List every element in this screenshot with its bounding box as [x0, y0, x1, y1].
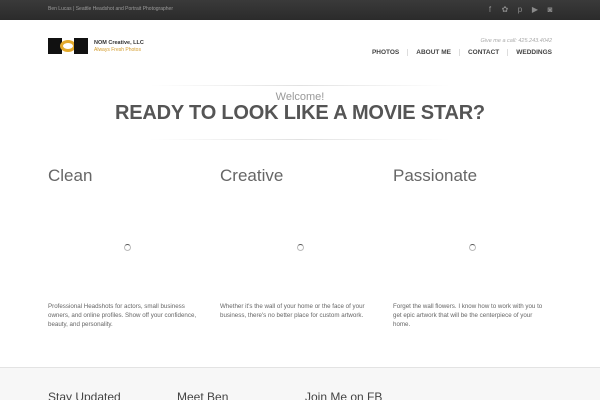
- top-bar: Ben Lucas | Seattle Headshot and Portrai…: [0, 0, 600, 20]
- nav-item-photos[interactable]: PHOTOS: [364, 49, 407, 56]
- logo-right-block: [74, 38, 88, 54]
- footer-heading-meet-ben: Meet Ben: [177, 390, 229, 400]
- call-text: Give me a call: 425.243.4042: [480, 38, 552, 44]
- feature-title: Creative: [220, 166, 284, 185]
- feature-text: Whether it's the wall of your home or th…: [220, 303, 365, 319]
- site-header: NOM Creative, LLC Always Fresh Photos Gi…: [0, 20, 600, 76]
- footer-heading-stay-updated: Stay Updated: [48, 390, 121, 400]
- nav-item-about-me[interactable]: ABOUT ME: [408, 49, 459, 56]
- pinterest-icon[interactable]: p: [516, 5, 524, 14]
- site-tagline: Ben Lucas | Seattle Headshot and Portrai…: [48, 6, 173, 12]
- feature-text: Forget the wall flowers. I know how to w…: [393, 303, 543, 328]
- feature-title: Passionate: [393, 166, 478, 185]
- loading-spinner-icon: [124, 244, 131, 251]
- page-headline: READY TO LOOK LIKE A MOVIE STAR?: [115, 102, 485, 124]
- feature-text: Professional Headshots for actors, small…: [48, 303, 197, 328]
- loading-spinner-icon: [297, 244, 304, 251]
- youtube-icon[interactable]: ▶: [531, 5, 539, 14]
- social-links: f ✿ p ▶ ◙: [486, 5, 554, 14]
- instagram-icon[interactable]: ◙: [546, 5, 554, 14]
- divider-bottom: [150, 139, 450, 140]
- feature-column-clean: Clean Professional Headshots for actors,…: [48, 166, 208, 328]
- brand-tagline: Always Fresh Photos: [94, 47, 141, 53]
- feature-column-passionate: Passionate Forget the wall flowers. I kn…: [393, 166, 553, 328]
- flickr-icon[interactable]: ✿: [501, 5, 509, 14]
- divider-top: [150, 85, 450, 86]
- feature-column-creative: Creative Whether it's the wall of your h…: [220, 166, 380, 319]
- brand-name[interactable]: NOM Creative, LLC: [94, 40, 144, 46]
- logo[interactable]: [48, 38, 90, 54]
- nav-item-weddings[interactable]: WEDDINGS: [508, 49, 552, 56]
- site-footer: Stay Updated Meet Ben Join Me on FB: [0, 367, 600, 400]
- nav-item-contact[interactable]: CONTACT: [460, 49, 507, 56]
- footer-heading-join-fb: Join Me on FB: [305, 390, 383, 400]
- facebook-icon[interactable]: f: [486, 5, 494, 14]
- feature-title: Clean: [48, 166, 93, 185]
- main-nav: PHOTOS ABOUT ME CONTACT WEDDINGS: [364, 49, 552, 56]
- loading-spinner-icon: [469, 244, 476, 251]
